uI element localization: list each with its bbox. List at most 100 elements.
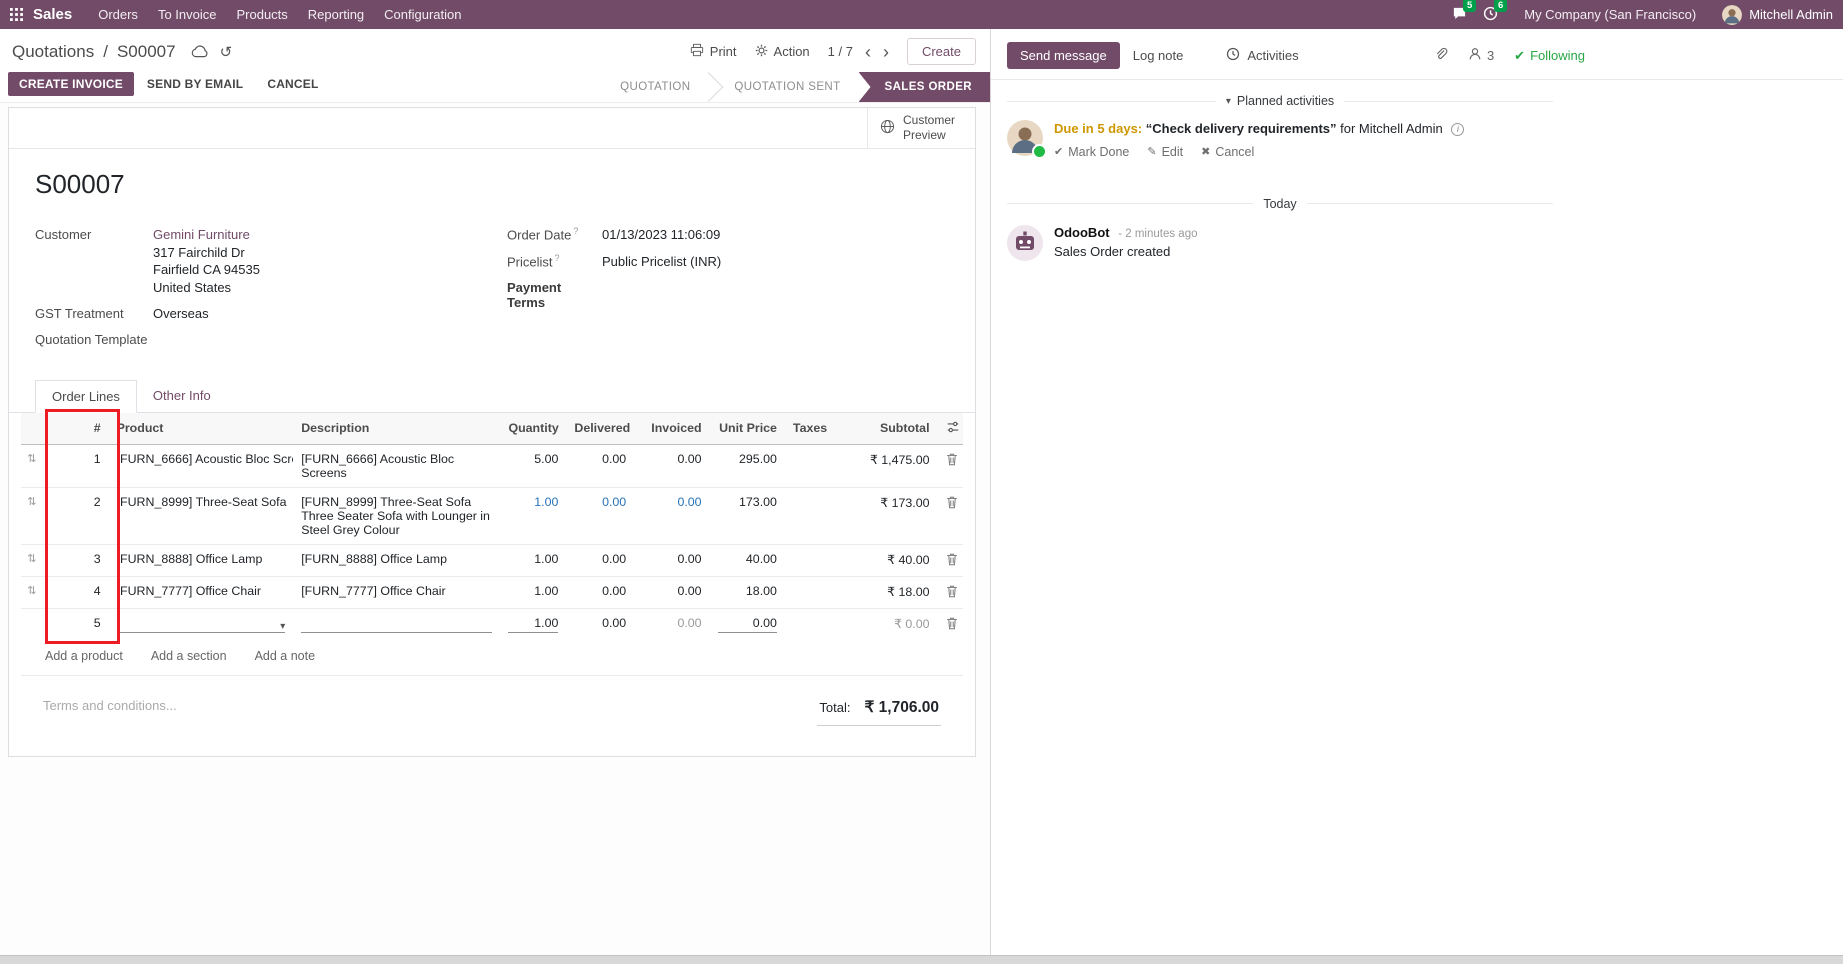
planned-activities-label[interactable]: Planned activities [1237, 94, 1334, 108]
send-by-email-button[interactable]: SEND BY EMAIL [136, 72, 254, 96]
col-header-product[interactable]: Product [109, 413, 294, 445]
add-a-note-link[interactable]: Add a note [255, 649, 315, 663]
messages-menu[interactable]: 5 [1452, 6, 1467, 24]
horizontal-scrollbar[interactable] [0, 955, 1843, 964]
terms-and-conditions-input[interactable]: Terms and conditions... [43, 698, 177, 713]
col-header-description[interactable]: Description [293, 413, 500, 445]
total-label: Total: [819, 700, 850, 715]
order-date-value[interactable]: 01/13/2023 11:06:09 [602, 226, 720, 244]
delete-row-icon[interactable] [938, 444, 963, 487]
col-header-delivered[interactable]: Delivered [566, 413, 634, 445]
edit-activity-button[interactable]: ✎ Edit [1147, 145, 1183, 159]
pricelist-value[interactable]: Public Pricelist (INR) [602, 253, 721, 271]
collapse-caret-icon[interactable]: ▾ [1226, 96, 1231, 107]
col-header-subtotal[interactable]: Subtotal [841, 413, 937, 445]
menu-orders[interactable]: Orders [88, 1, 148, 28]
schedule-activity-button[interactable]: Activities [1226, 47, 1298, 64]
following-button[interactable]: ✔ Following [1514, 48, 1585, 64]
col-header-unit-price[interactable]: Unit Price [710, 413, 785, 445]
info-icon[interactable]: i [1451, 123, 1464, 136]
pager-previous-icon[interactable]: ‹ [865, 43, 871, 61]
pencil-icon: ✎ [1147, 145, 1156, 158]
status-step-quotation[interactable]: QUOTATION [594, 72, 708, 102]
order-date-label: Order Date? [507, 226, 602, 242]
table-row[interactable]: ⇅ 4 [FURN_7777] Office Chair [FURN_7777]… [21, 576, 963, 608]
unsaved-cloud-icon[interactable] [191, 45, 208, 58]
attachments-paperclip-icon[interactable] [1434, 47, 1448, 65]
add-a-section-link[interactable]: Add a section [151, 649, 227, 663]
gear-icon [755, 44, 768, 60]
cancel-activity-button[interactable]: ✖ Cancel [1201, 145, 1254, 159]
drag-handle-icon[interactable]: ⇅ [21, 576, 43, 608]
col-header-quantity[interactable]: Quantity [500, 413, 566, 445]
pager-next-icon[interactable]: › [883, 43, 889, 61]
create-invoice-button[interactable]: CREATE INVOICE [8, 72, 134, 96]
customer-preview-button[interactable]: Customer Preview [867, 108, 975, 148]
col-header-index[interactable]: # [43, 413, 109, 445]
status-step-quotation-sent[interactable]: QUOTATION SENT [708, 72, 858, 102]
table-row[interactable]: ⇅ 1 [FURN_6666] Acoustic Bloc Screens [F… [21, 444, 963, 487]
clock-icon [1226, 47, 1240, 64]
control-panel: Quotations / S00007 ↺ Print Action [0, 29, 990, 72]
pager-value[interactable]: 1 / 7 [828, 44, 853, 59]
log-note-button[interactable]: Log note [1120, 42, 1197, 69]
messages-badge: 5 [1463, 0, 1476, 12]
tab-other-info[interactable]: Other Info [137, 380, 227, 412]
mark-done-button[interactable]: ✔ Mark Done [1054, 145, 1129, 159]
drag-handle-icon[interactable]: ⇅ [21, 487, 43, 544]
delete-row-icon[interactable] [938, 576, 963, 608]
order-total: Total: ₹ 1,706.00 [817, 698, 941, 726]
followers-button[interactable]: 3 [1468, 47, 1494, 64]
globe-icon [880, 119, 895, 138]
product-input[interactable]: ▾ [117, 616, 286, 633]
activity-summary: “Check delivery requirements” [1146, 121, 1337, 136]
chatter-message: OdooBot - 2 minutes ago Sales Order crea… [991, 221, 1843, 265]
statusbar: CREATE INVOICE SEND BY EMAIL CANCEL QUOT… [0, 72, 990, 103]
user-menu[interactable]: Mitchell Admin [1722, 5, 1833, 25]
app-name[interactable]: Sales [33, 6, 72, 23]
create-button[interactable]: Create [907, 38, 976, 65]
today-divider: Today [1007, 197, 1553, 211]
delete-row-icon[interactable] [938, 487, 963, 544]
gst-treatment-value[interactable]: Overseas [153, 305, 209, 323]
delete-row-icon[interactable] [938, 608, 963, 640]
activities-menu[interactable]: 6 [1483, 6, 1498, 24]
quotation-template-label: Quotation Template [35, 332, 153, 347]
breadcrumb-quotations[interactable]: Quotations [12, 42, 94, 62]
menu-reporting[interactable]: Reporting [298, 1, 374, 28]
description-input[interactable] [301, 616, 492, 633]
activity-avatar [1007, 120, 1043, 156]
col-header-taxes[interactable]: Taxes [785, 413, 842, 445]
discard-undo-icon[interactable]: ↺ [220, 43, 233, 61]
action-button[interactable]: Action [755, 44, 810, 60]
cancel-button[interactable]: CANCEL [256, 72, 329, 96]
apps-grid-icon[interactable] [10, 8, 23, 21]
delete-row-icon[interactable] [938, 544, 963, 576]
notebook-tabs: Order Lines Other Info [9, 380, 975, 413]
quantity-input[interactable]: 1.00 [508, 616, 558, 633]
menu-products[interactable]: Products [226, 1, 297, 28]
dropdown-caret-icon[interactable]: ▾ [280, 621, 285, 632]
unit-price-input[interactable]: 0.00 [718, 616, 777, 633]
customer-link[interactable]: Gemini Furniture [153, 227, 250, 242]
drag-handle-icon[interactable]: ⇅ [21, 544, 43, 576]
menu-to-invoice[interactable]: To Invoice [148, 1, 227, 28]
tab-order-lines[interactable]: Order Lines [35, 380, 137, 413]
status-step-sales-order[interactable]: SALES ORDER [859, 72, 990, 102]
planned-activities-section: ▾ Planned activities [1007, 94, 1553, 108]
table-row[interactable]: ⇅ 2 [FURN_8999] Three-Seat Sofa [FURN_89… [21, 487, 963, 544]
col-header-invoiced[interactable]: Invoiced [634, 413, 709, 445]
user-avatar [1722, 5, 1742, 25]
drag-handle-icon[interactable]: ⇅ [21, 444, 43, 487]
print-button[interactable]: Print [690, 43, 737, 60]
company-switcher[interactable]: My Company (San Francisco) [1514, 1, 1706, 28]
pricelist-label: Pricelist? [507, 253, 602, 269]
table-row-new[interactable]: 5 ▾ 1.00 [21, 608, 963, 640]
message-author[interactable]: OdooBot [1054, 225, 1110, 240]
table-row[interactable]: ⇅ 3 [FURN_8888] Office Lamp [FURN_8888] … [21, 544, 963, 576]
optional-columns-icon[interactable] [938, 413, 963, 445]
menu-configuration[interactable]: Configuration [374, 1, 471, 28]
add-a-product-link[interactable]: Add a product [45, 649, 123, 663]
send-message-button[interactable]: Send message [1007, 42, 1120, 69]
message-body: Sales Order created [1054, 244, 1197, 259]
